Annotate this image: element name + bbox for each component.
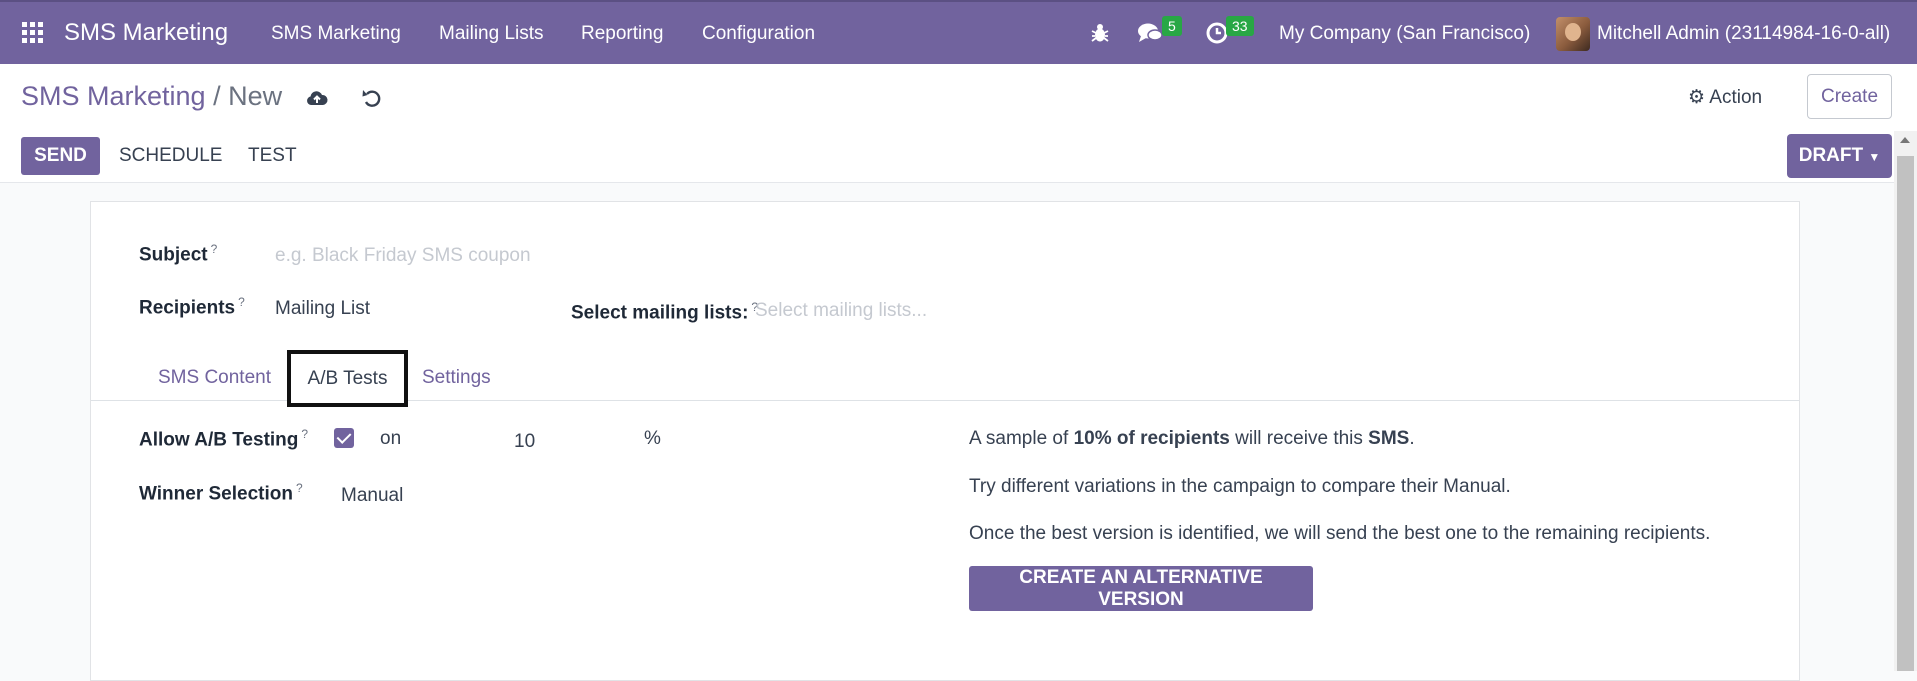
statusbar: SEND SCHEDULE TEST DRAFT ▼ [0,131,1917,183]
bug-icon[interactable] [1090,22,1110,44]
breadcrumb-current: New [228,81,283,111]
subject-input[interactable]: e.g. Black Friday SMS coupon [275,245,531,267]
menu-mailing-lists[interactable]: Mailing Lists [439,23,544,45]
ab-testing-on-label: on [380,428,402,449]
send-button[interactable]: SEND [21,137,100,175]
ab-best-version-text: Once the best version is identified, we … [969,523,1711,544]
tab-settings[interactable]: Settings [422,367,491,389]
avatar[interactable] [1556,17,1590,51]
scrollbar-thumb[interactable] [1897,156,1914,671]
ab-variations-text: Try different variations in the campaign… [969,476,1511,497]
apps-grid-icon[interactable] [22,22,44,44]
scroll-up-arrow[interactable] [1900,137,1910,143]
schedule-button[interactable]: SCHEDULE [119,137,222,175]
subject-label: Subject? [139,242,218,266]
ab-percent-input[interactable]: 10 [514,431,535,453]
menu-configuration[interactable]: Configuration [702,23,815,45]
activities-badge: 33 [1226,16,1254,36]
recipients-select[interactable]: Mailing List [275,298,370,320]
undo-icon[interactable] [360,86,384,110]
create-button[interactable]: Create [1807,74,1892,119]
breadcrumb-root[interactable]: SMS Marketing [21,81,206,111]
gear-icon: ⚙ [1688,87,1706,108]
mailing-lists-input[interactable]: Select mailing lists... [755,300,927,322]
menu-sms-marketing[interactable]: SMS Marketing [271,23,401,45]
winner-selection-select[interactable]: Manual [341,485,403,507]
caret-down-icon: ▼ [1868,150,1881,164]
recipients-label: Recipients? [139,295,245,319]
chat-icon[interactable] [1137,22,1163,44]
messages-badge: 5 [1162,16,1182,36]
status-label: DRAFT [1798,145,1864,166]
menu-reporting[interactable]: Reporting [581,23,663,45]
test-button[interactable]: TEST [248,137,297,175]
winner-selection-label: Winner Selection? [139,481,303,505]
tab-ab-tests[interactable]: A/B Tests [287,350,408,407]
clock-icon[interactable] [1206,22,1228,44]
action-menu[interactable]: ⚙ Action [1688,86,1762,109]
user-menu[interactable]: Mitchell Admin (23114984-16-0-all) [1597,23,1890,45]
form-sheet: Subject? e.g. Black Friday SMS coupon Re… [90,201,1800,681]
status-dropdown[interactable]: DRAFT ▼ [1787,134,1892,178]
breadcrumb-separator: / [213,81,221,111]
ab-testing-label: Allow A/B Testing? [139,427,309,451]
ab-sample-text: A sample of 10% of recipients will recei… [969,428,1415,449]
tab-sms-content[interactable]: SMS Content [158,367,271,389]
app-brand[interactable]: SMS Marketing [64,19,228,47]
breadcrumb: SMS Marketing / New [21,81,282,112]
cloud-upload-icon[interactable] [305,86,329,110]
company-switcher[interactable]: My Company (San Francisco) [1279,23,1530,45]
ab-testing-checkbox[interactable] [334,428,354,448]
percent-sign: % [644,428,661,449]
action-label: Action [1709,87,1763,108]
create-alternative-version-button[interactable]: CREATE AN ALTERNATIVE VERSION [969,566,1313,611]
top-navbar: SMS Marketing SMS Marketing Mailing List… [0,0,1917,64]
mailing-lists-label: Select mailing lists:? [571,300,759,324]
control-panel: SMS Marketing / New ⚙ Action Create [0,64,1917,132]
